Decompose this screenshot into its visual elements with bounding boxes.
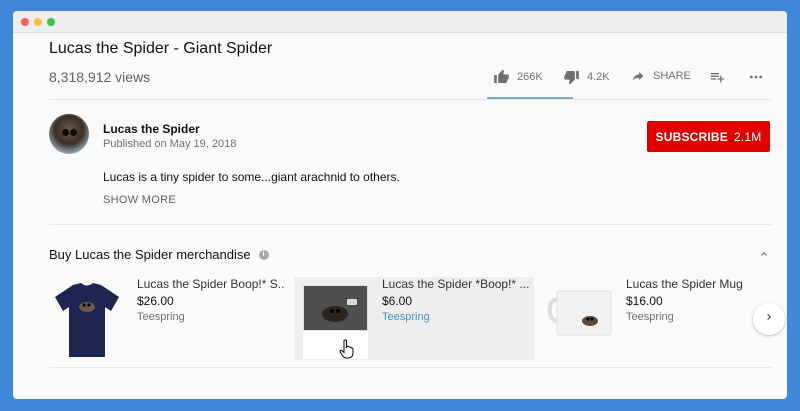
merch-item-image-sticker[interactable] — [303, 285, 368, 331]
merch-item-tshirt[interactable]: Lucas the Spider Boop!* S... $26.00 Tees… — [137, 277, 285, 360]
merch-next-button[interactable] — [753, 303, 785, 335]
description-divider — [49, 224, 771, 225]
merch-divider — [49, 367, 771, 368]
merch-shelf-title: Buy Lucas the Spider merchandise i — [49, 247, 269, 262]
view-count: 8,318,912 views — [49, 69, 151, 85]
merch-item-name: Lucas the Spider *Boop!* ... — [382, 277, 530, 291]
merch-item-price: $6.00 — [382, 294, 413, 308]
maximize-window-dot[interactable] — [47, 17, 55, 26]
merch-item-store: Teespring — [626, 311, 674, 323]
publish-date: Published on May 19, 2018 — [103, 138, 237, 150]
merch-item-price: $16.00 — [626, 294, 663, 308]
subscribe-button[interactable]: SUBSCRIBE 2.1M — [647, 121, 770, 152]
share-label: SHARE — [653, 70, 691, 82]
more-actions-button[interactable] — [748, 69, 764, 85]
show-more-button[interactable]: SHOW MORE — [103, 194, 176, 206]
chevron-right-icon — [763, 310, 775, 328]
merch-item-store: Teespring — [137, 311, 185, 323]
avatar-eye-left — [62, 129, 69, 136]
playlist-add-icon — [709, 69, 726, 85]
collapse-merch-button[interactable] — [757, 247, 771, 265]
info-icon[interactable]: i — [258, 249, 269, 260]
close-window-dot[interactable] — [21, 17, 29, 26]
merch-item-name: Lucas the Spider Boop!* S... — [137, 277, 285, 291]
like-button[interactable]: 266K — [493, 69, 543, 85]
merch-item-sticker[interactable]: Lucas the Spider *Boop!* ... $6.00 Teesp… — [382, 277, 530, 360]
video-description: Lucas is a tiny spider to some...giant a… — [103, 170, 400, 184]
window-titlebar — [13, 11, 787, 33]
subscriber-count: 2.1M — [734, 129, 762, 144]
header-divider — [49, 99, 771, 100]
dislike-count: 4.2K — [587, 71, 610, 83]
channel-avatar[interactable] — [49, 114, 89, 154]
subscribe-label: SUBSCRIBE — [655, 129, 728, 144]
merch-item-mug[interactable]: Lucas the Spider Mug $16.00 Teespring — [626, 277, 756, 360]
thumbs-up-icon — [493, 69, 510, 85]
mug-image — [547, 290, 612, 336]
chevron-up-icon — [757, 247, 771, 264]
merch-item-image-mug[interactable] — [546, 287, 620, 339]
hand-pointer-icon — [339, 339, 355, 364]
avatar-eye-right — [70, 129, 77, 136]
share-button[interactable]: SHARE — [630, 69, 691, 83]
dislike-button[interactable]: 4.2K — [563, 69, 610, 85]
sticker-image — [304, 286, 367, 330]
sticker-card-bottom — [303, 331, 368, 359]
channel-name[interactable]: Lucas the Spider — [103, 122, 200, 136]
merch-item-image-tshirt[interactable] — [51, 279, 123, 359]
merch-title-text: Buy Lucas the Spider merchandise — [49, 247, 251, 262]
minimize-window-dot[interactable] — [34, 17, 42, 26]
merch-item-store[interactable]: Teespring — [382, 311, 530, 323]
video-title: Lucas the Spider - Giant Spider — [49, 40, 273, 57]
share-arrow-icon — [630, 69, 646, 83]
add-to-playlist-button[interactable] — [709, 69, 726, 85]
tshirt-image — [55, 283, 119, 357]
thumbs-down-icon — [563, 69, 580, 85]
more-horiz-icon — [748, 69, 764, 85]
browser-window: Lucas the Spider - Giant Spider 8,318,91… — [13, 11, 787, 399]
merch-item-name: Lucas the Spider Mug — [626, 277, 743, 291]
merch-item-price: $26.00 — [137, 294, 174, 308]
like-count: 266K — [517, 71, 543, 83]
